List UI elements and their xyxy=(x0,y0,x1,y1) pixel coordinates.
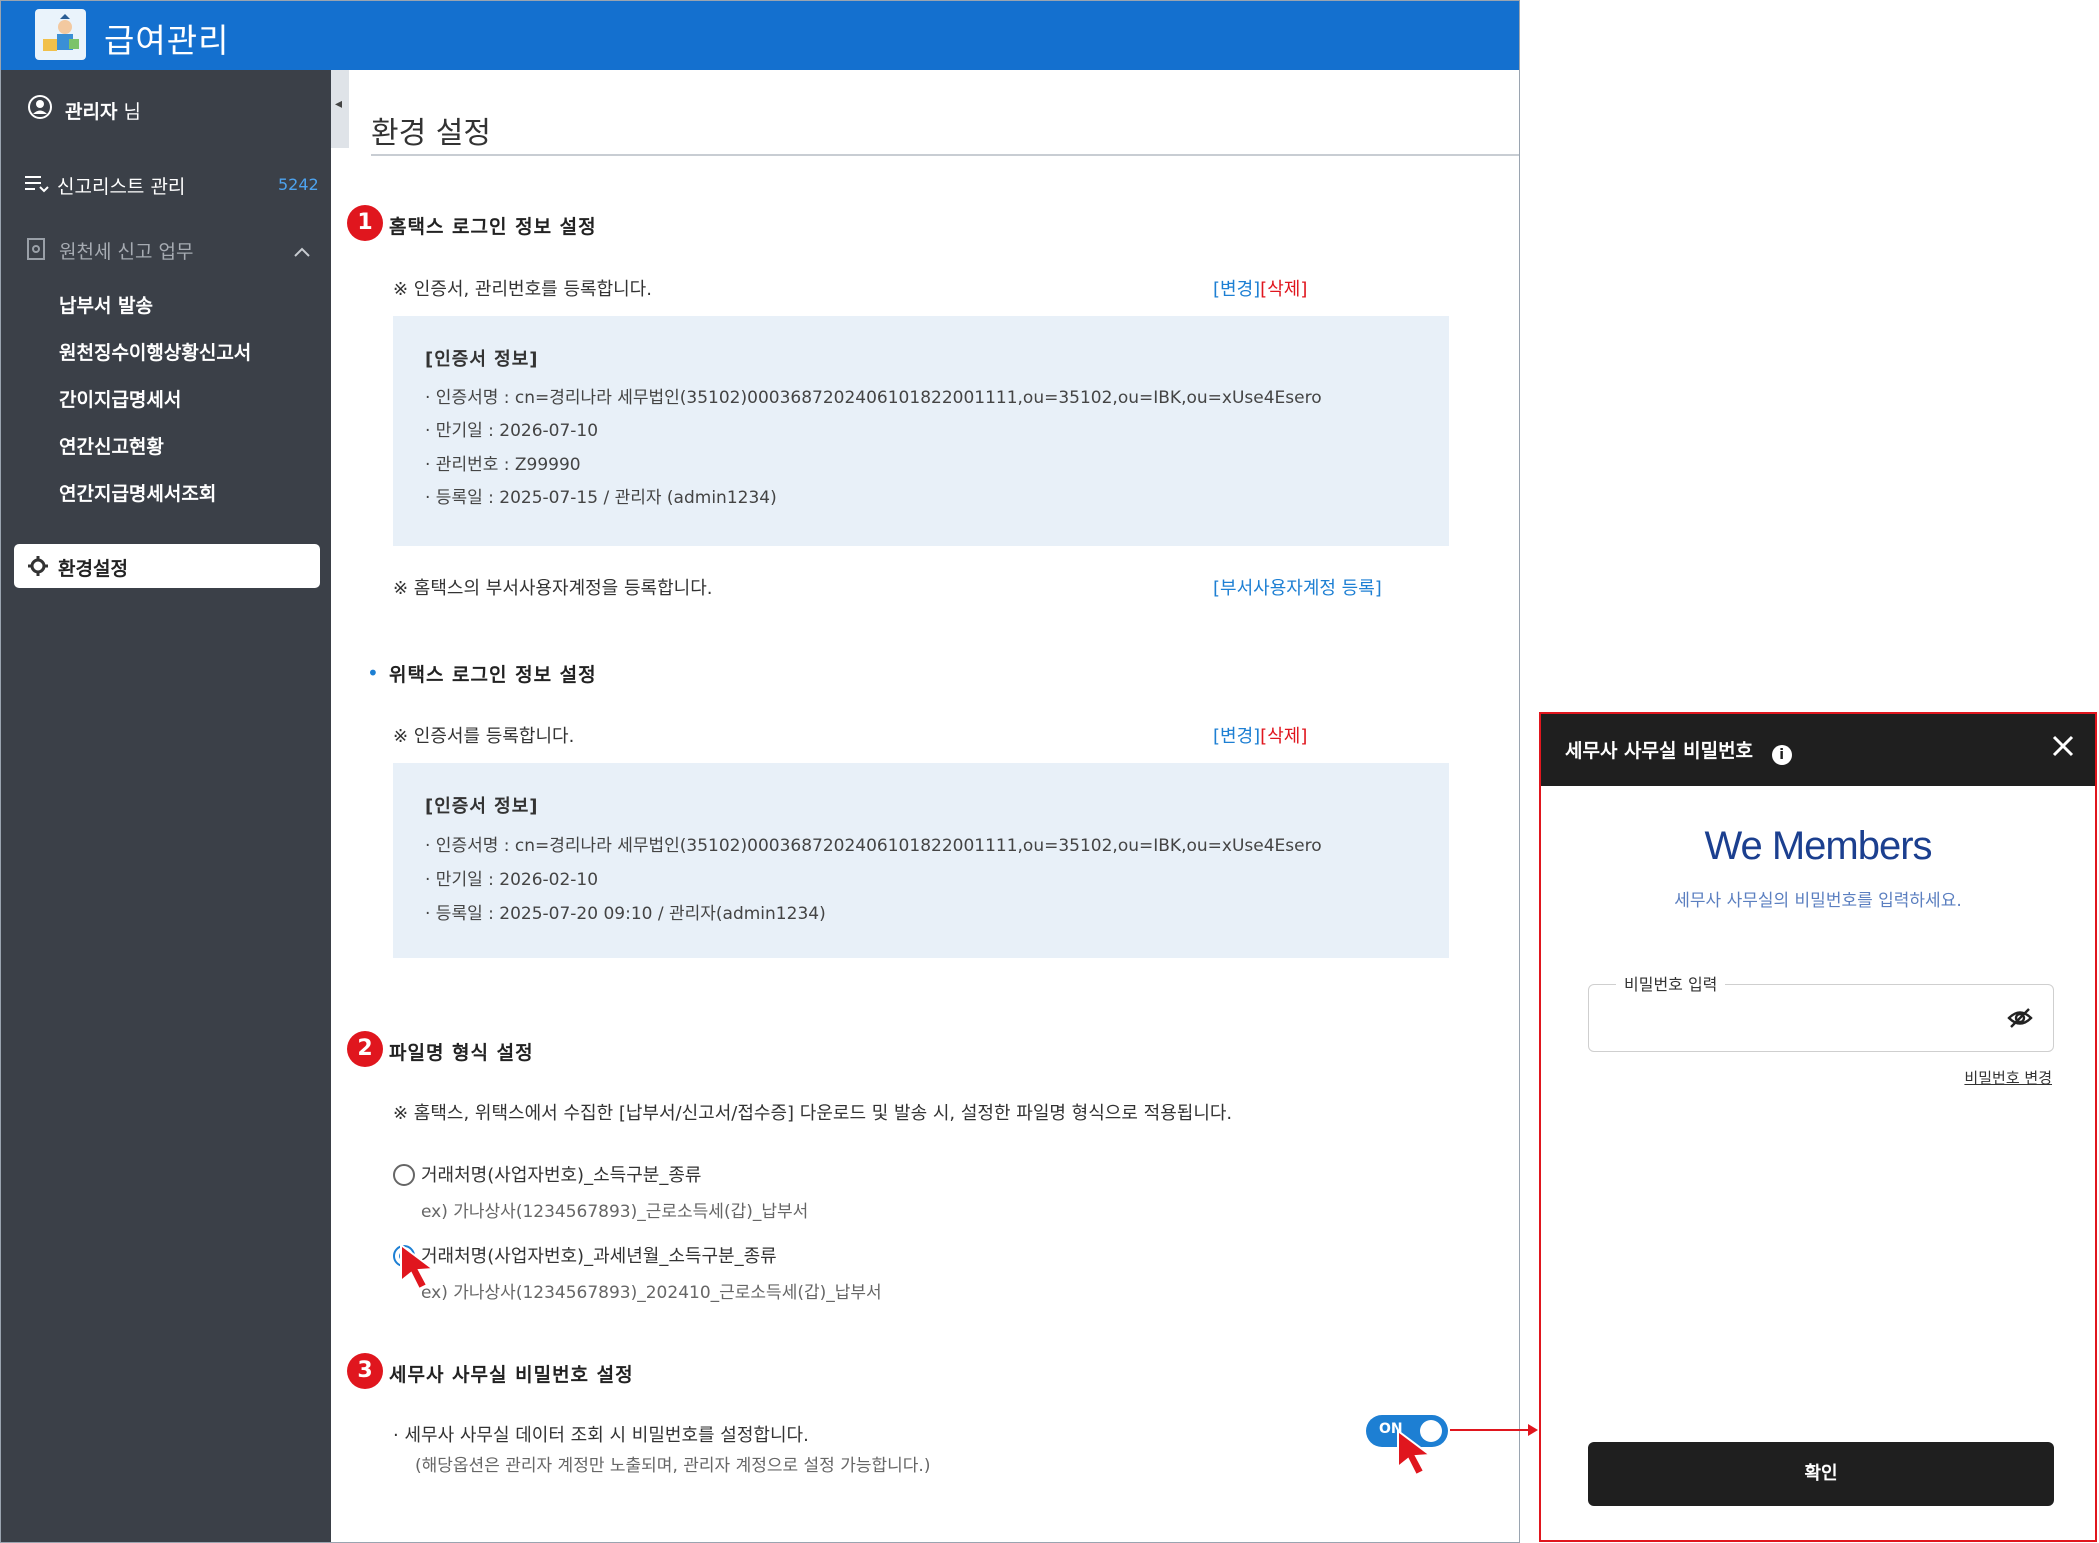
modal-header: 세무사 사무실 비밀번호 i xyxy=(1541,714,2095,786)
user-greeting: 관리자 님 xyxy=(65,97,141,124)
password-input-label: 비밀번호 입력 xyxy=(1616,971,1726,995)
wetax-actions: [변경][삭제] xyxy=(1213,722,1307,748)
filename-option-1-example: ex) 가나상사(1234567893)_근로소득세(갑)_납부서 xyxy=(421,1202,809,1222)
filename-section-title: 파일명 형식 설정 xyxy=(389,1042,534,1064)
sidebar-item-annual-statement[interactable]: 연간지급명세서조회 xyxy=(59,479,216,506)
password-section-title: 세무사 사무실 비밀번호 설정 xyxy=(389,1364,634,1386)
page-title: 환경 설정 xyxy=(371,116,491,151)
filename-option-1-radio[interactable] xyxy=(393,1164,415,1186)
sidebar-collapse-handle[interactable]: ◂ xyxy=(331,70,349,148)
wetax-change-link[interactable]: [변경] xyxy=(1213,726,1260,747)
top-bar: 급여관리 xyxy=(1,1,1519,70)
filename-note: ※ 홈택스, 위택스에서 수집한 [납부서/신고서/접수증] 다운로드 및 발송… xyxy=(393,1103,1233,1124)
settings-label: 환경설정 xyxy=(58,558,128,580)
confirm-button[interactable]: 확인 xyxy=(1588,1442,2054,1506)
info-icon[interactable]: i xyxy=(1771,745,1792,765)
filename-option-2-label[interactable]: 거래처명(사업자번호)_과세년월_소득구분_종류 xyxy=(421,1242,777,1268)
section-badge-3: 3 xyxy=(347,1353,383,1389)
cert-name: · 인증서명 : cn=경리나라 세무법인(35102)000368720240… xyxy=(425,836,1322,856)
password-modal: 세무사 사무실 비밀번호 i We Members 세무사 사무실의 비밀번호를… xyxy=(1539,712,2097,1542)
title-divider xyxy=(371,154,1519,156)
wetax-bullet: • xyxy=(367,661,379,685)
cert-expiry: · 만기일 : 2026-02-10 xyxy=(425,870,599,890)
document-search-icon xyxy=(27,238,47,264)
filename-option-1-label[interactable]: 거래처명(사업자번호)_소득구분_종류 xyxy=(421,1161,701,1187)
gear-icon xyxy=(28,556,48,580)
wetax-note: ※ 인증서를 등록합니다. xyxy=(393,726,575,747)
close-icon[interactable] xyxy=(2051,734,2075,762)
user-suffix: 님 xyxy=(123,101,141,123)
sidebar-item-report-list[interactable]: 신고리스트 관리 xyxy=(57,172,185,199)
modal-title: 세무사 사무실 비밀번호 i xyxy=(1565,736,1792,765)
chevron-up-icon[interactable] xyxy=(294,242,310,261)
payroll-logo-icon[interactable] xyxy=(35,9,86,60)
filename-option-2-example: ex) 가나상사(1234567893)_202410_근로소득세(갑)_납부서 xyxy=(421,1283,882,1303)
list-icon xyxy=(25,173,49,199)
wetax-section-title: 위택스 로그인 정보 설정 xyxy=(389,664,597,686)
hometax-cert-box: [인증서 정보] · 인증서명 : cn=경리나라 세무법인(35102)000… xyxy=(393,316,1449,546)
hometax-actions: [변경][삭제] xyxy=(1213,275,1307,301)
connector-arrow xyxy=(1450,1424,1538,1436)
app-title: 급여관리 xyxy=(104,21,230,60)
modal-subtitle: 세무사 사무실의 비밀번호를 입력하세요. xyxy=(1674,891,1962,911)
password-subnote: (해당옵션은 관리자 계정만 노출되며, 관리자 계정으로 설정 가능합니다.) xyxy=(415,1456,931,1476)
wetax-cert-box: [인증서 정보] · 인증서명 : cn=경리나라 세무법인(35102)000… xyxy=(393,763,1449,958)
wetax-delete-link[interactable]: [삭제] xyxy=(1260,726,1307,747)
password-input[interactable]: 비밀번호 입력 xyxy=(1588,971,2054,1052)
hometax-note: ※ 인증서, 관리번호를 등록합니다. xyxy=(393,279,652,300)
cert-registered: · 등록일 : 2025-07-20 09:10 / 관리자(admin1234… xyxy=(425,904,826,924)
cert-expiry: · 만기일 : 2026-07-10 xyxy=(425,421,599,441)
section-badge-1: 1 xyxy=(347,205,383,241)
cert-heading: [인증서 정보] xyxy=(425,349,539,370)
password-note: · 세무사 사무실 데이터 조회 시 비밀번호를 설정합니다. xyxy=(393,1425,809,1446)
sidebar: 관리자 님 신고리스트 관리 5242 원천세 신고 업무 납부서 발송 원천징… xyxy=(1,70,331,1542)
hometax-delete-link[interactable]: [삭제] xyxy=(1260,279,1307,300)
cert-heading: [인증서 정보] xyxy=(425,796,539,817)
report-count-badge: 5242 xyxy=(278,175,319,194)
sidebar-item-simple-statement[interactable]: 간이지급명세서 xyxy=(59,385,181,412)
cursor-arrow-icon xyxy=(400,1243,436,1291)
dept-account-note: ※ 홈택스의 부서사용자계정을 등록합니다. xyxy=(393,578,713,599)
cert-registered: · 등록일 : 2025-07-15 / 관리자 (admin1234) xyxy=(425,488,777,508)
app-window: 급여관리 관리자 님 신고리스트 관리 5242 원천세 신고 업무 납부서 발… xyxy=(0,0,1520,1543)
modal-brand: We Members xyxy=(1704,824,1932,868)
password-change-link[interactable]: 비밀번호 변경 xyxy=(1964,1067,2052,1088)
section-badge-2: 2 xyxy=(347,1031,383,1067)
user-circle-icon xyxy=(27,94,53,124)
eye-off-icon[interactable] xyxy=(2007,1007,2033,1033)
modal-title-text: 세무사 사무실 비밀번호 xyxy=(1565,740,1754,762)
hometax-section-title: 홈택스 로그인 정보 설정 xyxy=(389,216,597,238)
sidebar-group-withholding[interactable]: 원천세 신고 업무 xyxy=(59,237,193,264)
sidebar-item-payment-send[interactable]: 납부서 발송 xyxy=(59,291,153,318)
dept-account-link[interactable]: [부서사용자계정 등록] xyxy=(1213,574,1382,600)
chevron-left-icon: ◂ xyxy=(335,96,343,112)
cert-name: · 인증서명 : cn=경리나라 세무법인(35102)000368720240… xyxy=(425,388,1322,408)
sidebar-item-withholding-report[interactable]: 원천징수이행상황신고서 xyxy=(59,338,251,365)
sidebar-item-settings[interactable]: 환경설정 xyxy=(14,544,320,588)
hometax-change-link[interactable]: [변경] xyxy=(1213,279,1260,300)
cert-mgmt-no: · 관리번호 : Z99990 xyxy=(425,455,581,475)
sidebar-item-annual-status[interactable]: 연간신고현황 xyxy=(59,432,164,459)
cursor-arrow-icon xyxy=(1397,1429,1433,1477)
user-name: 관리자 xyxy=(65,101,118,123)
